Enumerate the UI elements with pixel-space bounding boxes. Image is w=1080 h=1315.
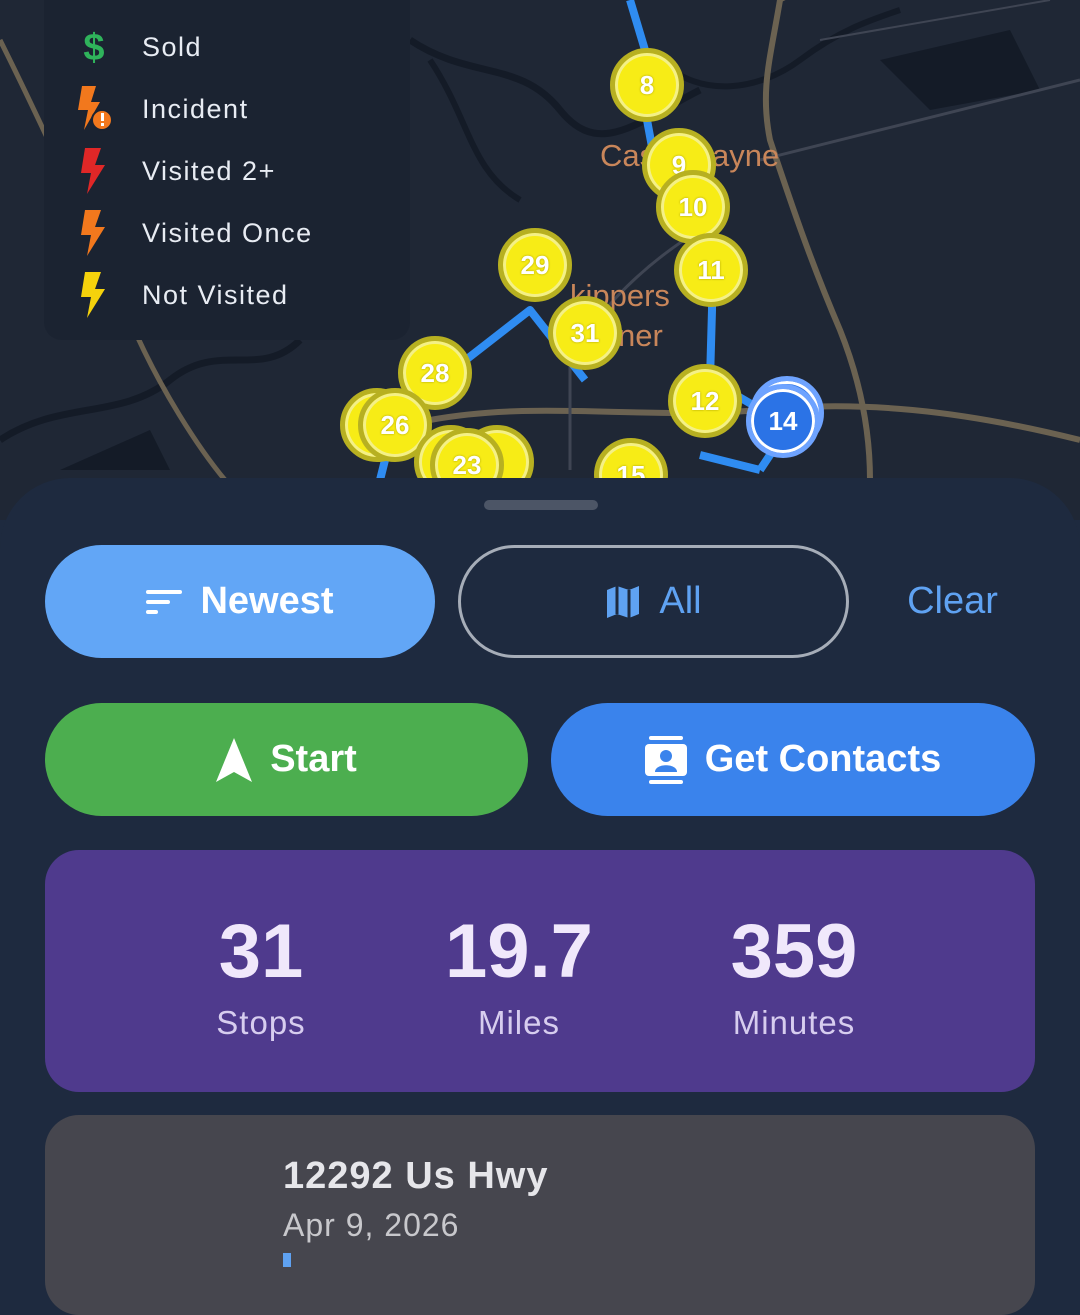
navigation-arrow-icon — [216, 737, 253, 782]
clear-button[interactable]: Clear — [880, 545, 1025, 658]
stat-label: Miles — [477, 1004, 560, 1041]
place-label: ner — [618, 318, 663, 353]
legend-label: Incident — [142, 93, 249, 124]
legend-item-visited-once: Visited Once — [74, 208, 313, 258]
route-stop-marker[interactable]: 12 — [668, 364, 742, 438]
bolt-incident-icon — [74, 84, 114, 134]
filter-label: All — [659, 580, 702, 622]
route-stop-marker[interactable]: 29 — [498, 228, 572, 302]
route-stop-marker[interactable]: 8 — [610, 48, 684, 122]
contacts-icon — [644, 735, 687, 784]
route-stats-panel: 31 Stops 19.7 Miles 359 Minutes — [45, 850, 1035, 1092]
stat-stops: 31 Stops — [191, 908, 331, 1042]
legend-item-not-visited: Not Visited — [74, 270, 289, 320]
map-legend: $ Sold Incident Visited 2+ Visited Once … — [44, 0, 410, 340]
bolt-icon — [74, 208, 114, 258]
start-label: Start — [270, 738, 357, 780]
legend-label: Not Visited — [142, 279, 289, 310]
legend-label: Visited 2+ — [142, 155, 276, 186]
bolt-icon — [74, 270, 114, 320]
sort-button[interactable]: Newest — [45, 545, 435, 658]
stat-value: 19.7 — [445, 909, 593, 994]
route-map[interactable]: Cas ayne kippers ner 8 9 10 11 29 31 28 … — [0, 0, 1080, 520]
stat-value: 359 — [730, 909, 858, 994]
legend-item-visited-2: Visited 2+ — [74, 146, 276, 196]
stop-address: 12292 Us Hwy — [283, 1155, 549, 1197]
status-indicator — [283, 1253, 291, 1267]
drag-handle[interactable] — [484, 500, 598, 510]
place-label: ayne — [712, 138, 780, 173]
sort-label: Newest — [200, 580, 334, 622]
dollar-icon: $ — [74, 22, 114, 72]
legend-label: Sold — [142, 31, 203, 62]
legend-item-sold: $ Sold — [74, 22, 202, 72]
stat-miles: 19.7 Miles — [419, 908, 619, 1042]
sort-icon — [146, 588, 183, 616]
current-stop-marker[interactable]: 14 — [746, 384, 820, 458]
contacts-label: Get Contacts — [704, 738, 942, 780]
start-button[interactable]: Start — [45, 703, 528, 816]
map-icon — [605, 584, 641, 620]
svg-text:$: $ — [83, 27, 104, 67]
stop-date: Apr 9, 2026 — [283, 1207, 460, 1243]
map-filter-button[interactable]: All — [458, 545, 849, 658]
get-contacts-button[interactable]: Get Contacts — [551, 703, 1035, 816]
legend-label: Visited Once — [142, 217, 313, 248]
stat-minutes: 359 Minutes — [699, 908, 889, 1042]
stat-label: Stops — [216, 1004, 306, 1041]
route-stop-marker[interactable]: 31 — [548, 296, 622, 370]
stat-value: 31 — [218, 909, 304, 994]
bottom-sheet: Newest All Clear Start Get Contacts 31 S… — [0, 478, 1080, 1315]
stop-card[interactable]: 12292 Us Hwy Apr 9, 2026 — [45, 1115, 1035, 1315]
stat-label: Minutes — [732, 1004, 856, 1041]
bolt-icon — [74, 146, 114, 196]
legend-item-incident: Incident — [74, 84, 249, 134]
route-stop-marker[interactable]: 11 — [674, 233, 748, 307]
